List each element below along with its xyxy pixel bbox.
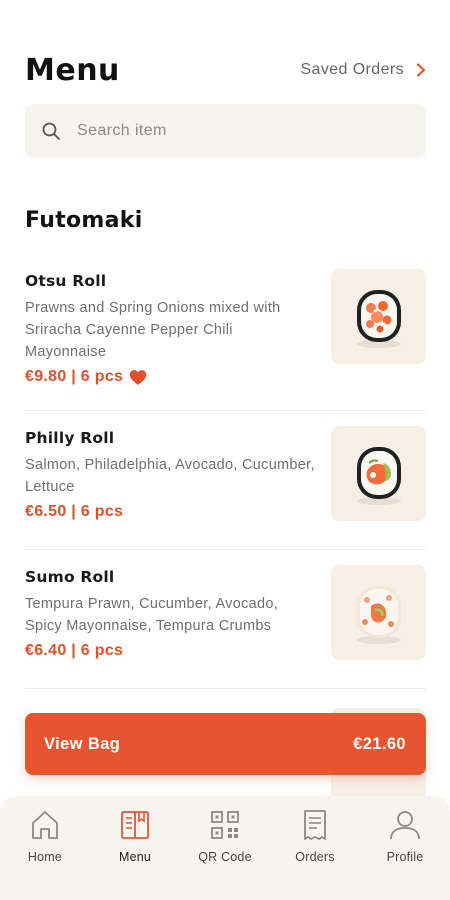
- sushi-roll-image: [356, 585, 401, 644]
- chevron-right-icon: [416, 63, 426, 77]
- view-bag-button[interactable]: View Bag €21.60: [25, 713, 426, 775]
- tab-profile[interactable]: Profile: [365, 808, 445, 900]
- tab-home[interactable]: Home: [5, 808, 85, 900]
- search-bar[interactable]: [25, 104, 426, 158]
- tab-label: Home: [27, 850, 63, 864]
- menu-item-philly-roll[interactable]: Philly Roll Salmon, Philadelphia, Avocad…: [25, 411, 426, 550]
- search-icon: [42, 122, 60, 140]
- tab-qr-code[interactable]: QR Code: [185, 808, 265, 900]
- item-name: Sumo Roll: [25, 568, 115, 586]
- menu-item-info: Sumo Roll Tempura Prawn, Cucumber, Avoca…: [25, 550, 315, 688]
- menu-item-info: Otsu Roll Prawns and Spring Onions mixed…: [25, 254, 315, 410]
- search-input[interactable]: [77, 122, 377, 140]
- tab-label: QR Code: [198, 850, 252, 864]
- item-price: €9.80 | 6 pcs: [25, 368, 124, 385]
- item-image: [331, 269, 426, 364]
- qr-code-icon: [211, 811, 239, 839]
- item-price-row: €6.50 | 6 pcs: [25, 503, 315, 521]
- saved-orders-link[interactable]: Saved Orders: [300, 61, 428, 79]
- receipt-icon: [304, 810, 326, 840]
- tab-menu[interactable]: Menu: [95, 808, 175, 900]
- menu-book-icon: [121, 811, 149, 839]
- sushi-roll-image: [356, 446, 401, 505]
- item-image: [331, 426, 426, 521]
- header: Menu Saved Orders: [25, 48, 428, 92]
- item-name: Otsu Roll: [25, 272, 107, 290]
- item-price-row: €6.40 | 6 pcs: [25, 642, 315, 660]
- menu-list: Otsu Roll Prawns and Spring Onions mixed…: [25, 254, 426, 689]
- item-price: €6.50 | 6 pcs: [25, 503, 124, 520]
- saved-orders-label: Saved Orders: [300, 61, 404, 78]
- item-image: [331, 565, 426, 660]
- section-title: Futomaki: [25, 208, 143, 233]
- menu-item-sumo-roll[interactable]: Sumo Roll Tempura Prawn, Cucumber, Avoca…: [25, 550, 426, 689]
- tab-orders[interactable]: Orders: [275, 808, 355, 900]
- bag-total: €21.60: [353, 734, 406, 753]
- item-price-row: €9.80 | 6 pcs: [25, 368, 315, 386]
- bottom-tab-bar: Home Menu QR Code Orders Profile: [0, 796, 450, 900]
- tab-label: Menu: [118, 850, 152, 864]
- sushi-roll-image: [356, 289, 401, 348]
- person-icon: [390, 811, 420, 840]
- item-description: Salmon, Philadelphia, Avocado, Cucumber,…: [25, 457, 315, 495]
- menu-item-otsu-roll[interactable]: Otsu Roll Prawns and Spring Onions mixed…: [25, 254, 426, 411]
- item-description: Tempura Prawn, Cucumber, Avocado, Spicy …: [25, 596, 279, 634]
- item-price: €6.40 | 6 pcs: [25, 642, 124, 659]
- menu-item-info: Philly Roll Salmon, Philadelphia, Avocad…: [25, 411, 315, 549]
- heart-icon[interactable]: [129, 369, 147, 386]
- tab-label: Orders: [295, 850, 335, 864]
- view-bag-label: View Bag: [44, 734, 121, 753]
- page-title: Menu: [25, 52, 120, 88]
- item-name: Philly Roll: [25, 429, 115, 447]
- home-icon: [32, 811, 58, 839]
- tab-label: Profile: [386, 850, 424, 864]
- item-description: Prawns and Spring Onions mixed with Srir…: [25, 300, 281, 360]
